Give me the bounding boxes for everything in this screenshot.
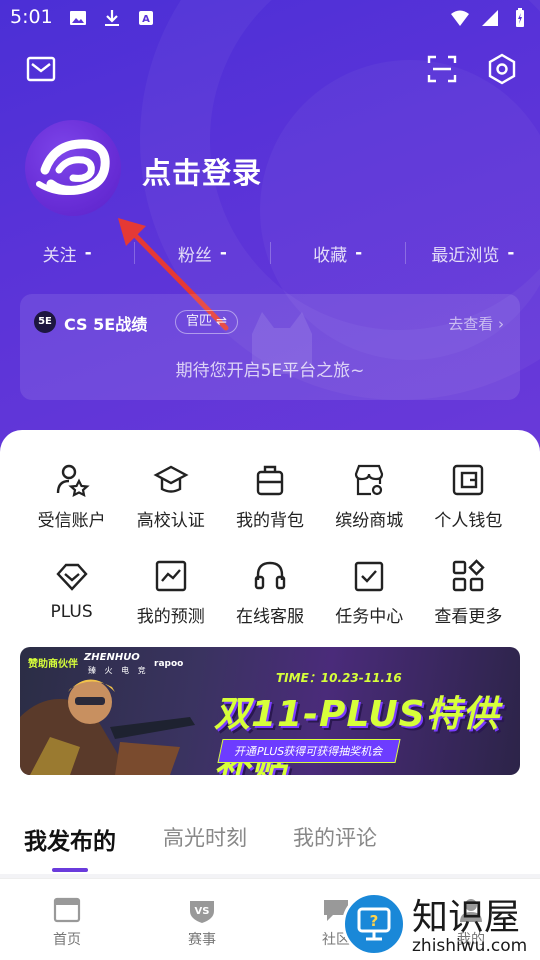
- watermark-logo-icon: ?: [342, 892, 406, 956]
- watermark-url: zhishiwu.com: [412, 936, 528, 956]
- active-tab-indicator: [52, 868, 88, 872]
- banner-brand-rapoo: rapoo: [154, 659, 184, 669]
- stat-fans[interactable]: 粉丝 -: [135, 238, 269, 268]
- backpack-icon: [256, 465, 284, 496]
- image-notification-icon: [70, 11, 86, 25]
- feature-label: 我的背包: [236, 511, 304, 531]
- feature-task-center[interactable]: 任务中心: [320, 558, 419, 638]
- feature-label: 受信账户: [37, 511, 106, 531]
- svg-text:A: A: [142, 14, 150, 25]
- banner-brand-subtitle: 臻 火 电 竞: [88, 666, 149, 675]
- stat-favorites[interactable]: 收藏 -: [271, 238, 405, 268]
- feature-row: 受信账户 高校认证 我的背包 缤纷商城 个人钱包: [0, 462, 540, 542]
- view-record-link[interactable]: 去查看 ›: [448, 313, 504, 334]
- features-panel: 受信账户 高校认证 我的背包 缤纷商城 个人钱包 PLUS 我的预测 在线客服 …: [0, 430, 540, 800]
- nav-label: 赛事: [188, 932, 216, 948]
- feature-prediction[interactable]: 我的预测: [121, 558, 220, 638]
- grid-more-icon: [453, 559, 486, 592]
- feature-row: PLUS 我的预测 在线客服 任务中心 查看更多: [0, 558, 540, 638]
- nav-matches[interactable]: VS 赛事: [167, 895, 237, 949]
- feature-plus[interactable]: PLUS: [22, 558, 121, 638]
- mail-icon[interactable]: [24, 52, 58, 86]
- home-icon: [53, 897, 81, 923]
- feature-campus-cert[interactable]: 高校认证: [121, 462, 220, 542]
- stat-following[interactable]: 关注 -: [0, 238, 134, 268]
- banner-brand: ZHENHUO: [84, 652, 140, 663]
- stat-label: 最近浏览: [431, 245, 500, 266]
- diamond-icon: [55, 563, 88, 591]
- feature-label: PLUS: [50, 602, 93, 622]
- stat-value: -: [84, 243, 92, 263]
- card-message: 期待您开启5E平台之旅~: [175, 361, 365, 381]
- signal-icon: [482, 10, 498, 26]
- stat-value: -: [219, 243, 227, 263]
- nav-label: 首页: [53, 932, 81, 948]
- battery-icon: [516, 8, 524, 27]
- wifi-icon: [451, 10, 469, 26]
- banner-time: TIME：10.23-11.16: [276, 671, 402, 685]
- banner-partner-label: 赞助商伙伴: [28, 659, 78, 670]
- avatar[interactable]: [25, 120, 121, 216]
- feature-customer-service[interactable]: 在线客服: [220, 558, 319, 638]
- stat-value: -: [507, 243, 515, 263]
- task-check-icon: [355, 561, 384, 592]
- account-star-icon: [56, 464, 90, 497]
- download-icon: [105, 10, 119, 26]
- feature-label: 缤纷商城: [335, 511, 404, 531]
- feature-label: 任务中心: [335, 607, 404, 627]
- svg-text:?: ?: [370, 912, 379, 930]
- stat-value: -: [355, 243, 363, 263]
- vs-icon: VS: [190, 901, 214, 923]
- tab-my-posts[interactable]: 我发布的: [24, 822, 116, 856]
- feature-label: 高校认证: [136, 511, 205, 531]
- tab-highlights[interactable]: 高光时刻: [163, 822, 247, 852]
- feature-backpack[interactable]: 我的背包: [220, 462, 319, 542]
- settings-icon[interactable]: [485, 52, 519, 86]
- wallet-icon: [453, 464, 484, 496]
- svg-text:VS: VS: [195, 906, 210, 917]
- store-icon: [355, 464, 384, 496]
- stat-recent[interactable]: 最近浏览 -: [406, 238, 540, 268]
- tab-my-comments[interactable]: 我的评论: [293, 822, 377, 852]
- feature-label: 个人钱包: [434, 511, 503, 531]
- login-button[interactable]: 点击登录: [142, 150, 262, 192]
- feature-label: 在线客服: [236, 607, 304, 627]
- content-tabs: 我发布的 高光时刻 我的评论: [0, 800, 540, 874]
- feature-wallet[interactable]: 个人钱包: [419, 462, 518, 542]
- nav-home[interactable]: 首页: [32, 895, 102, 949]
- site-watermark: ? 知识屋 zhishiwu.com: [342, 892, 540, 960]
- profile-header: 5:01 A 点击登录 关注 - 粉丝 - 收藏 - 最近浏览 - 5E CS …: [0, 0, 540, 470]
- status-time: 5:01: [10, 6, 53, 28]
- graduation-cap-icon: [153, 465, 189, 493]
- app-notification-icon: A: [139, 11, 153, 25]
- match-type-switch[interactable]: 官匹 ⇌: [175, 310, 239, 334]
- headset-icon: [254, 561, 286, 590]
- cs5e-logo-icon: 5E: [34, 311, 56, 333]
- feature-more[interactable]: 查看更多: [419, 558, 518, 638]
- stat-label: 粉丝: [177, 245, 212, 266]
- stat-label: 关注: [42, 245, 77, 266]
- promo-banner[interactable]: 赞助商伙伴 ZHENHUO 臻 火 电 竞 rapoo TIME：10.23-1…: [20, 647, 520, 775]
- feature-store[interactable]: 缤纷商城: [320, 462, 419, 542]
- cs-record-card[interactable]: 5E CS 5E战绩 官匹 ⇌ 去查看 › 期待您开启5E平台之旅~: [20, 294, 520, 400]
- chart-icon: [155, 560, 186, 592]
- feature-trusted-account[interactable]: 受信账户: [22, 462, 121, 542]
- card-title: CS 5E战绩: [64, 315, 148, 334]
- status-bar: 5:01 A: [0, 0, 540, 36]
- feature-label: 我的预测: [136, 607, 205, 627]
- stats-row: 关注 - 粉丝 - 收藏 - 最近浏览 -: [0, 238, 540, 268]
- scan-icon[interactable]: [425, 52, 459, 86]
- stat-label: 收藏: [313, 245, 348, 266]
- app-logo-icon: [36, 139, 110, 195]
- help-monitor-icon: ?: [357, 907, 391, 941]
- watermark-title: 知识屋: [412, 897, 521, 938]
- banner-subtitle: 开通PLUS获得可获得抽奖机会: [217, 739, 401, 763]
- feature-label: 查看更多: [434, 607, 503, 627]
